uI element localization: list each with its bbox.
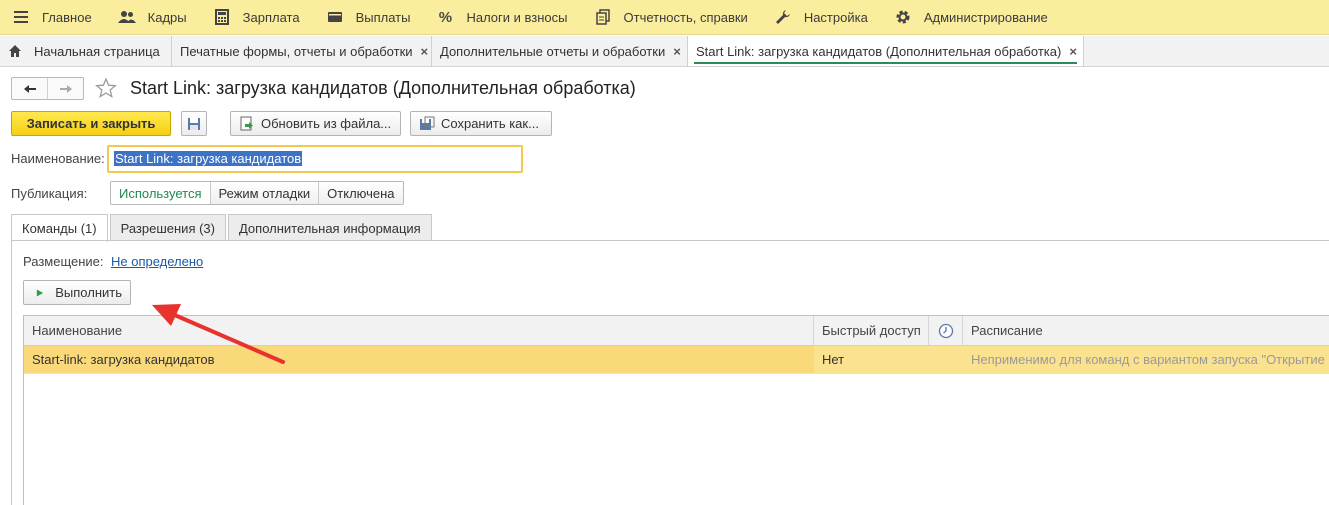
save-and-close-button[interactable]: Записать и закрыть (11, 111, 171, 136)
tab-home[interactable]: Начальная страница (0, 36, 172, 66)
panel-border (11, 240, 12, 505)
wrench-icon (774, 9, 792, 25)
placement-link[interactable]: Не определено (111, 254, 203, 269)
back-button[interactable] (12, 78, 47, 99)
tab-commands[interactable]: Команды (1) (11, 214, 108, 242)
tab-label: Start Link: загрузка кандидатов (Дополни… (696, 43, 1062, 59)
tab-permissions[interactable]: Разрешения (3) (109, 214, 226, 241)
tab-additional-info[interactable]: Дополнительная информация (227, 214, 432, 241)
forward-button[interactable] (47, 78, 83, 99)
calculator-icon (213, 9, 231, 25)
update-from-file-button[interactable]: Обновить из файла... (230, 111, 401, 136)
column-header-quick-access[interactable]: Быстрый доступ (814, 316, 929, 345)
close-icon[interactable]: × (673, 44, 681, 59)
main-menu-bar: Главное Кадры Зарплата Выплаты % Налоги … (0, 0, 1329, 35)
tab-additional-reports[interactable]: Дополнительные отчеты и обработки × (432, 36, 688, 66)
menu-item-label: Кадры (147, 9, 187, 25)
placement-label: Размещение: (23, 254, 104, 269)
tab-start-link[interactable]: Start Link: загрузка кандидатов (Дополни… (688, 36, 1084, 66)
save-button[interactable] (181, 111, 207, 136)
menu-item-main[interactable]: Главное (0, 0, 106, 35)
close-icon[interactable]: × (1069, 44, 1077, 59)
tabs-divider (11, 240, 1329, 241)
column-header-name[interactable]: Наименование (24, 316, 814, 345)
menu-item-label: Отчетность, справки (623, 9, 748, 25)
table-row[interactable]: Start-link: загрузка кандидатов Нет Непр… (24, 346, 1329, 374)
favorite-star-icon[interactable] (95, 77, 117, 99)
floppy-disk-icon (188, 117, 200, 130)
hamburger-icon (12, 9, 30, 25)
menu-item-admin[interactable]: Администрирование (882, 0, 1062, 35)
form-tabs: Команды (1) Разрешения (3) Дополнительна… (11, 214, 434, 242)
clock-icon (938, 323, 953, 338)
menu-item-settings[interactable]: Настройка (762, 0, 882, 35)
save-as-label: Сохранить как... (441, 116, 539, 131)
publication-switch: Используется Режим отладки Отключена (110, 181, 404, 205)
play-icon (36, 288, 44, 297)
cell-schedule[interactable]: Неприменимо для команд с вариантом запус… (963, 346, 1329, 373)
tab-label: Дополнительные отчеты и обработки (440, 43, 666, 59)
save-as-icon (420, 116, 435, 130)
menu-item-reports[interactable]: Отчетность, справки (582, 0, 762, 35)
documents-icon (594, 9, 612, 25)
update-from-file-label: Обновить из файла... (261, 116, 392, 131)
publication-option-disabled[interactable]: Отключена (318, 182, 403, 204)
menu-item-label: Администрирование (923, 9, 1048, 25)
menu-item-payments[interactable]: Выплаты (314, 0, 425, 35)
tab-label: Печатные формы, отчеты и обработки (180, 43, 413, 59)
people-icon (117, 9, 136, 25)
column-header-schedule-icon[interactable] (929, 316, 963, 345)
menu-item-salary[interactable]: Зарплата (201, 0, 314, 35)
tab-label: Начальная страница (34, 43, 160, 59)
close-icon[interactable]: × (421, 44, 429, 59)
menu-item-label: Настройка (803, 9, 868, 25)
save-as-button[interactable]: Сохранить как... (410, 111, 552, 136)
cell-schedule-flag[interactable] (929, 346, 963, 373)
menu-item-label: Налоги и взносы (466, 9, 568, 25)
percent-icon: % (438, 8, 453, 26)
menu-item-label: Зарплата (242, 9, 300, 25)
name-label: Наименование: (11, 151, 105, 166)
import-file-icon (240, 116, 253, 130)
publication-label: Публикация: (11, 186, 88, 201)
commands-table: Наименование Быстрый доступ Расписание S… (23, 315, 1329, 505)
page-title: Start Link: загрузка кандидатов (Дополни… (130, 78, 636, 98)
cell-quick-access[interactable]: Нет (814, 346, 929, 373)
history-nav (11, 77, 84, 100)
cell-name[interactable]: Start-link: загрузка кандидатов (24, 346, 814, 373)
gear-icon (894, 9, 912, 25)
home-icon (8, 44, 22, 58)
open-tabs-strip: Начальная страница Печатные формы, отчет… (0, 36, 1329, 67)
menu-item-hr[interactable]: Кадры (106, 0, 201, 35)
publication-option-used[interactable]: Используется (111, 182, 210, 204)
table-header: Наименование Быстрый доступ Расписание (24, 316, 1329, 346)
arrow-right-icon (59, 84, 72, 93)
wallet-icon (326, 9, 344, 25)
tab-print-forms[interactable]: Печатные формы, отчеты и обработки × (172, 36, 432, 66)
run-button-label: Выполнить (55, 285, 122, 300)
arrow-left-icon (23, 84, 36, 93)
column-header-schedule[interactable]: Расписание (963, 316, 1329, 345)
name-field-value: Start Link: загрузка кандидатов (114, 151, 303, 166)
menu-item-taxes[interactable]: % Налоги и взносы (424, 0, 581, 35)
publication-option-debug[interactable]: Режим отладки (209, 182, 319, 204)
run-button[interactable]: Выполнить (23, 280, 131, 305)
menu-item-label: Главное (42, 9, 92, 25)
menu-item-label: Выплаты (355, 9, 411, 25)
name-field[interactable]: Start Link: загрузка кандидатов (107, 145, 523, 173)
